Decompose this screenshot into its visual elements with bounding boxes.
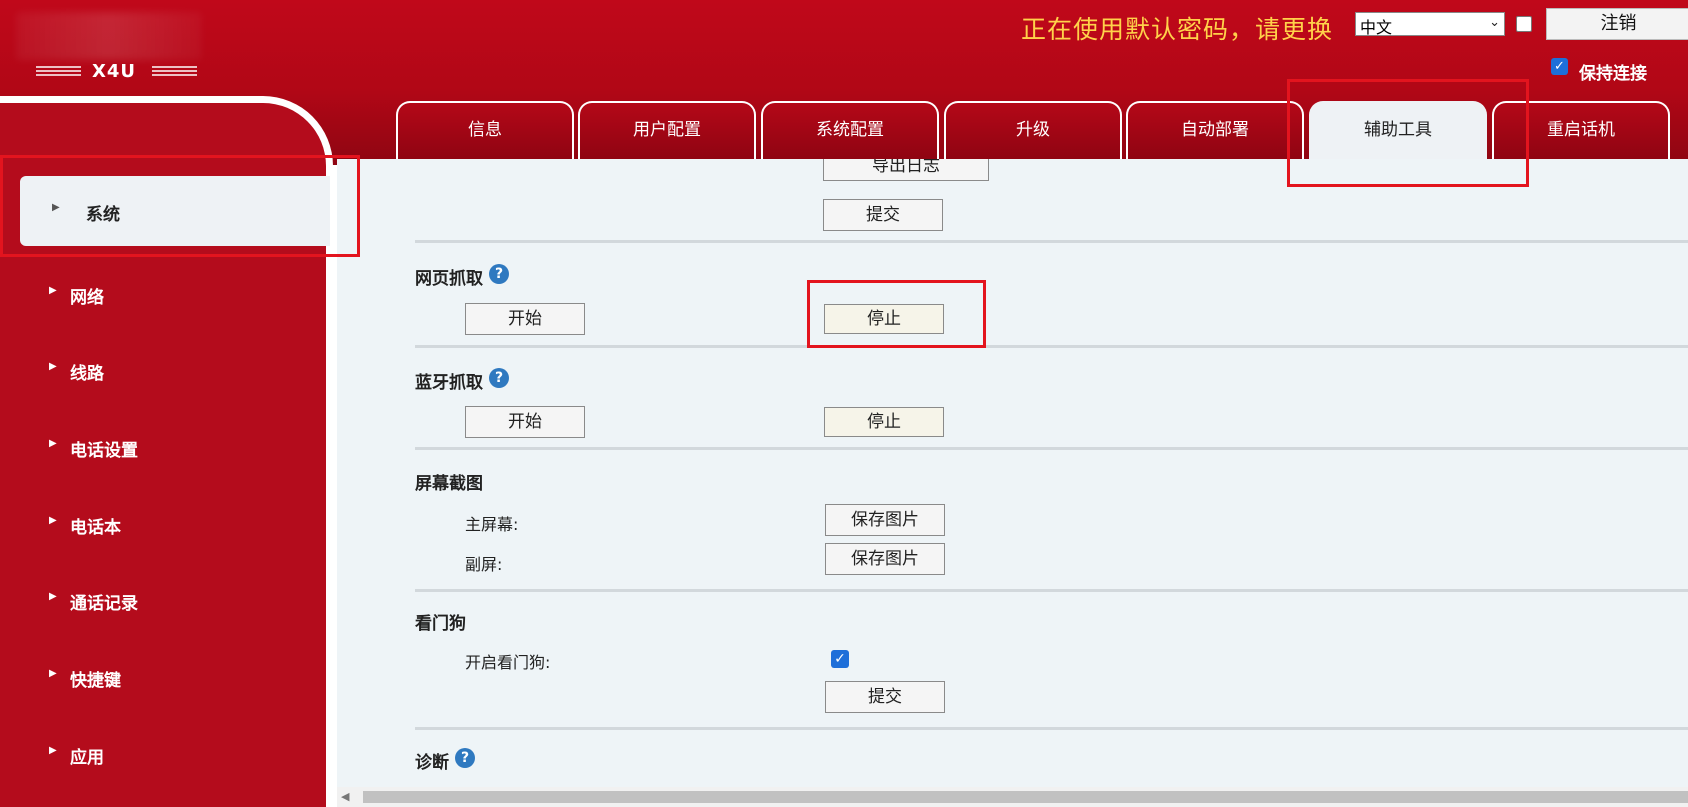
sidebar-item-shortcuts[interactable]: ▶ 快捷键 bbox=[0, 644, 326, 714]
divider bbox=[415, 345, 1688, 348]
highlight-box bbox=[1287, 79, 1529, 187]
bluetooth-capture-title: 蓝牙抓取? bbox=[415, 368, 509, 393]
export-log-button[interactable]: 导出日志 bbox=[823, 159, 989, 181]
model-name: X4U bbox=[92, 61, 137, 82]
chevron-right-icon: ▶ bbox=[49, 515, 57, 526]
chevron-right-icon: ▶ bbox=[49, 361, 57, 372]
screenshot-title: 屏幕截图 bbox=[415, 474, 483, 494]
log-submit-button[interactable]: 提交 bbox=[823, 199, 943, 231]
bluetooth-capture-stop-button[interactable]: 停止 bbox=[824, 407, 944, 437]
web-capture-start-button[interactable]: 开始 bbox=[465, 303, 585, 335]
tab-user-config[interactable]: 用户配置 bbox=[578, 101, 756, 159]
decorative-lines-icon bbox=[152, 66, 197, 78]
divider bbox=[415, 589, 1688, 592]
chevron-right-icon: ▶ bbox=[49, 591, 57, 602]
divider bbox=[415, 447, 1688, 450]
tab-info[interactable]: 信息 bbox=[396, 101, 574, 159]
scroll-left-icon[interactable]: ◀ bbox=[341, 790, 349, 803]
sidebar-item-lines[interactable]: ▶ 线路 bbox=[0, 337, 326, 407]
language-value: 中文 bbox=[1360, 18, 1393, 37]
sidebar-item-label: 电话本 bbox=[70, 518, 121, 538]
tools-content: 导出日志 提交 网页抓取? 开始 停止 蓝牙抓取? 开始 停止 屏幕截图 主屏幕… bbox=[337, 159, 1688, 787]
sidebar-item-apps[interactable]: ▶ 应用 bbox=[0, 721, 326, 791]
chevron-down-icon: ⌄ bbox=[1489, 15, 1500, 30]
sidebar-item-label: 网络 bbox=[70, 288, 104, 308]
sidebar-item-call-log[interactable]: ▶ 通话记录 bbox=[0, 567, 326, 637]
sidebar-item-phonebook[interactable]: ▶ 电话本 bbox=[0, 491, 326, 561]
language-select[interactable]: 中文 ⌄ bbox=[1355, 12, 1505, 37]
sub-screen-save-button[interactable]: 保存图片 bbox=[825, 543, 945, 575]
default-password-warning: 正在使用默认密码，请更换 bbox=[1021, 15, 1334, 44]
divider bbox=[415, 240, 1688, 243]
diagnostics-title: 诊断? bbox=[415, 748, 475, 773]
watchdog-submit-button[interactable]: 提交 bbox=[825, 681, 945, 713]
sidebar-item-network[interactable]: ▶ 网络 bbox=[0, 261, 326, 331]
highlight-box bbox=[0, 155, 360, 257]
logo bbox=[16, 12, 202, 60]
sidebar-item-label: 通话记录 bbox=[70, 594, 138, 614]
chevron-right-icon: ▶ bbox=[49, 745, 57, 756]
main-screen-save-button[interactable]: 保存图片 bbox=[825, 504, 945, 536]
help-icon[interactable]: ? bbox=[489, 264, 509, 284]
main-screen-label: 主屏幕: bbox=[465, 515, 519, 534]
scrollbar-thumb[interactable] bbox=[363, 791, 1688, 803]
help-icon[interactable]: ? bbox=[489, 368, 509, 388]
chevron-right-icon: ▶ bbox=[49, 668, 57, 679]
keep-connected-label: 保持连接 bbox=[1579, 64, 1647, 84]
tab-system-config[interactable]: 系统配置 bbox=[761, 101, 939, 159]
decorative-lines-icon bbox=[36, 66, 81, 78]
bluetooth-capture-start-button[interactable]: 开始 bbox=[465, 406, 585, 438]
watchdog-enable-label: 开启看门狗: bbox=[465, 653, 551, 672]
sidebar-item-label: 电话设置 bbox=[70, 441, 138, 461]
tab-upgrade[interactable]: 升级 bbox=[944, 101, 1122, 159]
tab-auto-provision[interactable]: 自动部署 bbox=[1126, 101, 1304, 159]
sub-screen-label: 副屏: bbox=[465, 555, 503, 574]
watchdog-checkbox[interactable]: ✓ bbox=[831, 650, 849, 668]
horizontal-scrollbar[interactable]: ◀ bbox=[337, 787, 1688, 807]
sidebar-item-label: 线路 bbox=[70, 364, 104, 384]
help-icon[interactable]: ? bbox=[455, 748, 475, 768]
chevron-right-icon: ▶ bbox=[49, 285, 57, 296]
watchdog-title: 看门狗 bbox=[415, 614, 466, 634]
web-capture-title: 网页抓取? bbox=[415, 264, 509, 289]
highlight-box bbox=[807, 280, 986, 348]
sidebar-item-label: 快捷键 bbox=[70, 671, 121, 691]
divider bbox=[415, 727, 1688, 730]
logout-button[interactable]: 注销 bbox=[1546, 8, 1688, 40]
sidebar-item-phone-settings[interactable]: ▶ 电话设置 bbox=[0, 414, 326, 484]
chevron-right-icon: ▶ bbox=[49, 438, 57, 449]
keep-connected-checkbox[interactable]: ✓ bbox=[1551, 58, 1568, 75]
header-checkbox[interactable] bbox=[1516, 16, 1532, 32]
sidebar-item-label: 应用 bbox=[70, 748, 104, 768]
